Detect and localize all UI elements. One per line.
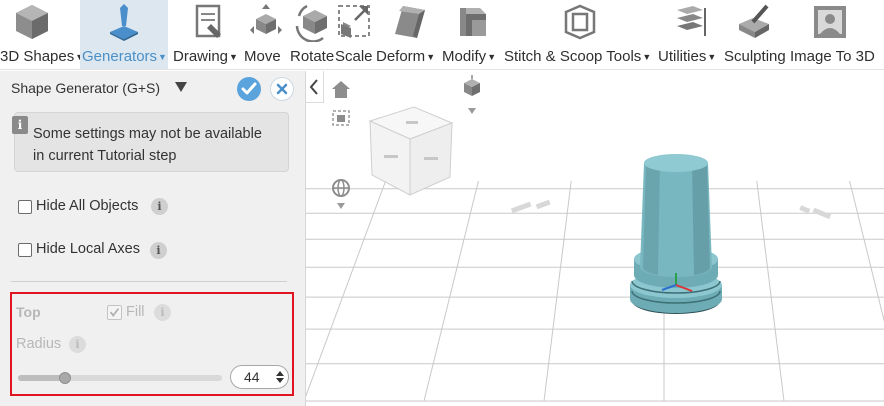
axis-label-left (510, 199, 551, 214)
toolbar-sculpting[interactable]: Sculpting (722, 0, 788, 69)
toolbar-drawing[interactable]: Drawing▼ (171, 0, 243, 69)
info-icon: i (12, 116, 28, 134)
toolbar-label: Sculpting (724, 48, 786, 65)
toolbar-scale[interactable]: Scale (335, 0, 375, 69)
stitch-scoop-icon (564, 4, 596, 40)
hide-local-axes-checkbox[interactable] (18, 243, 32, 257)
orbit-view-icon[interactable] (332, 179, 350, 209)
home-view-icon[interactable] (332, 81, 350, 98)
radius-value: 44 (244, 369, 260, 385)
ground-grid (306, 180, 884, 402)
radius-number-input[interactable]: 44 (230, 365, 289, 389)
perspective-toggle-icon[interactable] (464, 75, 480, 114)
panel-title: Shape Generator (G+S) (11, 80, 161, 96)
scale-icon (338, 5, 370, 38)
toolbar-label: Drawing▼ (173, 48, 238, 65)
chevron-left-icon (309, 79, 318, 95)
checkmark-icon (241, 82, 257, 95)
hide-local-axes-label: Hide Local Axes (36, 241, 140, 257)
grid-line (849, 180, 884, 323)
grid-line (306, 180, 387, 398)
checkmark-icon (109, 308, 120, 317)
fit-view-icon[interactable] (332, 110, 350, 126)
shape-generator-panel: Shape Generator (G+S) i Some settings ma… (0, 71, 306, 406)
toolbar-label: Deform▼ (376, 48, 436, 65)
fill-checkbox[interactable] (107, 305, 122, 320)
toolbar-image-to-3d[interactable]: Image To 3D (790, 0, 884, 69)
hide-all-objects-checkbox[interactable] (18, 200, 32, 214)
radius-slider-fill (18, 375, 65, 381)
toolbar-label: 3D Shapes▼ (0, 48, 84, 65)
collapse-panel-button[interactable] (306, 71, 324, 103)
toolbar-utilities[interactable]: Utilities▼ (658, 0, 720, 69)
axis-label-right (799, 205, 832, 220)
grid-line (756, 180, 785, 402)
hide-all-objects-help-icon[interactable]: i (151, 198, 168, 215)
radius-slider[interactable] (18, 375, 222, 381)
sculpting-icon (739, 4, 769, 38)
radius-help-icon[interactable]: i (69, 336, 86, 353)
hide-all-objects-label: Hide All Objects (36, 198, 139, 214)
confirm-button[interactable] (237, 77, 261, 101)
info-message: Some settings may not be available in cu… (33, 126, 262, 164)
modify-icon (460, 8, 486, 36)
main-toolbar: 3D Shapes▼ Generators▼ Drawing▼ (0, 0, 884, 70)
close-icon (276, 83, 288, 95)
toolbar-stitch-scoop[interactable]: Stitch & Scoop Tools▼ (504, 0, 656, 69)
image-to-3d-icon (814, 6, 846, 38)
move-icon (250, 4, 282, 34)
radius-label: Radius (16, 336, 62, 352)
spinner-arrows-icon[interactable] (275, 370, 285, 384)
grid-line (423, 180, 479, 402)
cube-icon (16, 5, 48, 39)
rotate-icon (295, 4, 327, 42)
toolbar-label: Utilities▼ (658, 48, 717, 65)
grid-line (543, 180, 572, 402)
toolbar-label: Modify▼ (442, 48, 497, 65)
3d-viewport[interactable] (306, 71, 884, 406)
deform-icon (395, 6, 425, 38)
panel-header: Shape Generator (G+S) (0, 71, 306, 105)
toolbar-rotate[interactable]: Rotate (290, 0, 335, 69)
toolbar-label: Stitch & Scoop Tools▼ (504, 48, 652, 65)
panel-divider (11, 281, 287, 282)
fill-label: Fill (126, 304, 145, 320)
tutorial-info-box: i Some settings may not be available in … (12, 112, 289, 172)
view-cube[interactable] (368, 106, 454, 196)
toolbar-modify[interactable]: Modify▼ (442, 0, 502, 69)
fill-help-icon[interactable]: i (154, 304, 171, 321)
toolbar-label: Scale (335, 48, 373, 65)
generator-pin-icon (110, 4, 138, 41)
toolbar-label: Generators▼ (82, 48, 167, 65)
toolbar-3d-shapes[interactable]: 3D Shapes▼ (0, 0, 84, 69)
hide-local-axes-help-icon[interactable]: i (150, 242, 167, 259)
drawing-icon (195, 4, 221, 38)
close-panel-button[interactable] (270, 77, 294, 101)
top-settings-section: Top Fill i Radius i 44 (10, 292, 294, 396)
toolbar-label: Rotate (290, 48, 335, 65)
scene-canvas[interactable] (306, 71, 884, 406)
top-section-title: Top (16, 304, 41, 320)
toolbar-move[interactable]: Move (244, 0, 288, 69)
toolbar-deform[interactable]: Deform▼ (376, 0, 442, 69)
radius-slider-handle[interactable] (59, 372, 71, 384)
toolbar-label: Move (244, 48, 281, 65)
toolbar-label: Image To 3D (790, 48, 875, 65)
panel-dropdown-icon[interactable] (174, 80, 188, 94)
toolbar-generators[interactable]: Generators▼ (80, 0, 168, 69)
generated-shape[interactable] (630, 154, 722, 314)
app-window: 3D Shapes▼ Generators▼ Drawing▼ (0, 0, 884, 406)
utilities-icon (677, 6, 706, 36)
